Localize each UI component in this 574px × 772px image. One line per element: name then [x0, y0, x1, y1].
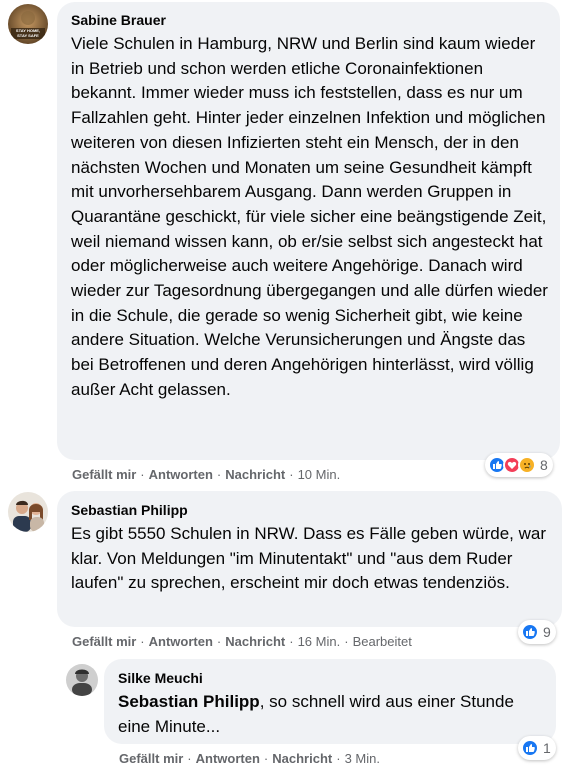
reply-link[interactable]: Antworten [149, 634, 213, 649]
like-icon [521, 739, 539, 757]
separator-dot: · [216, 467, 222, 482]
reaction-summary[interactable]: 9 [518, 620, 556, 644]
message-link[interactable]: Nachricht [225, 634, 285, 649]
separator-dot: · [216, 634, 222, 649]
timestamp[interactable]: 16 Min. [298, 634, 341, 649]
comment-actions: Gefällt mir · Antworten · Nachricht · 10… [72, 467, 340, 482]
comment-text: Viele Schulen in Hamburg, NRW und Berlin… [71, 34, 553, 399]
mention-link[interactable]: Sebastian Philipp [118, 692, 260, 711]
separator-dot: · [336, 751, 341, 766]
comment-text: Es gibt 5550 Schulen in NRW. Dass es Fäl… [71, 524, 551, 593]
reaction-count: 1 [543, 740, 551, 756]
reaction-count: 9 [543, 624, 551, 640]
like-link[interactable]: Gefällt mir [119, 751, 183, 766]
comment-author[interactable]: Sebastian Philipp [71, 502, 188, 518]
avatar-sebastian-philipp[interactable] [8, 492, 48, 532]
reply-link[interactable]: Antworten [149, 467, 213, 482]
separator-dot: · [140, 467, 145, 482]
comment-text: Sebastian Philipp, so schnell wird aus e… [118, 690, 550, 739]
reply-bubble: Silke Meuchi Sebastian Philipp, so schne… [104, 659, 556, 744]
comment-bubble: Sabine Brauer Viele Schulen in Hamburg, … [57, 2, 560, 460]
like-link[interactable]: Gefällt mir [72, 634, 136, 649]
separator-dot: · [289, 467, 294, 482]
avatar-badge-text: STAY HOME, STAY SAFE [15, 28, 41, 38]
separator-dot: · [187, 751, 192, 766]
avatar-sabine-brauer[interactable]: STAY HOME, STAY SAFE [8, 4, 48, 44]
reaction-summary[interactable]: 1 [518, 736, 556, 760]
message-link[interactable]: Nachricht [272, 751, 332, 766]
comment-actions: Gefällt mir · Antworten · Nachricht · 3 … [119, 751, 380, 766]
separator-dot: · [140, 634, 145, 649]
reply-link[interactable]: Antworten [196, 751, 260, 766]
like-link[interactable]: Gefällt mir [72, 467, 136, 482]
avatar-silke-meuchi[interactable] [66, 664, 98, 696]
comment-author[interactable]: Sabine Brauer [71, 12, 166, 28]
comment-actions: Gefällt mir · Antworten · Nachricht · 16… [72, 634, 412, 649]
separator-dot: · [263, 751, 269, 766]
sad-icon [518, 456, 536, 474]
reaction-count: 8 [540, 457, 548, 473]
separator-dot: · [344, 634, 349, 649]
timestamp[interactable]: 3 Min. [345, 751, 380, 766]
comment-bubble: Sebastian Philipp Es gibt 5550 Schulen i… [57, 491, 562, 627]
edited-label: Bearbeitet [352, 634, 412, 649]
timestamp[interactable]: 10 Min. [298, 467, 341, 482]
message-link[interactable]: Nachricht [225, 467, 285, 482]
like-icon [521, 623, 539, 641]
comment-author[interactable]: Silke Meuchi [118, 670, 203, 686]
separator-dot: · [289, 634, 294, 649]
reaction-summary[interactable]: 8 [485, 453, 553, 477]
